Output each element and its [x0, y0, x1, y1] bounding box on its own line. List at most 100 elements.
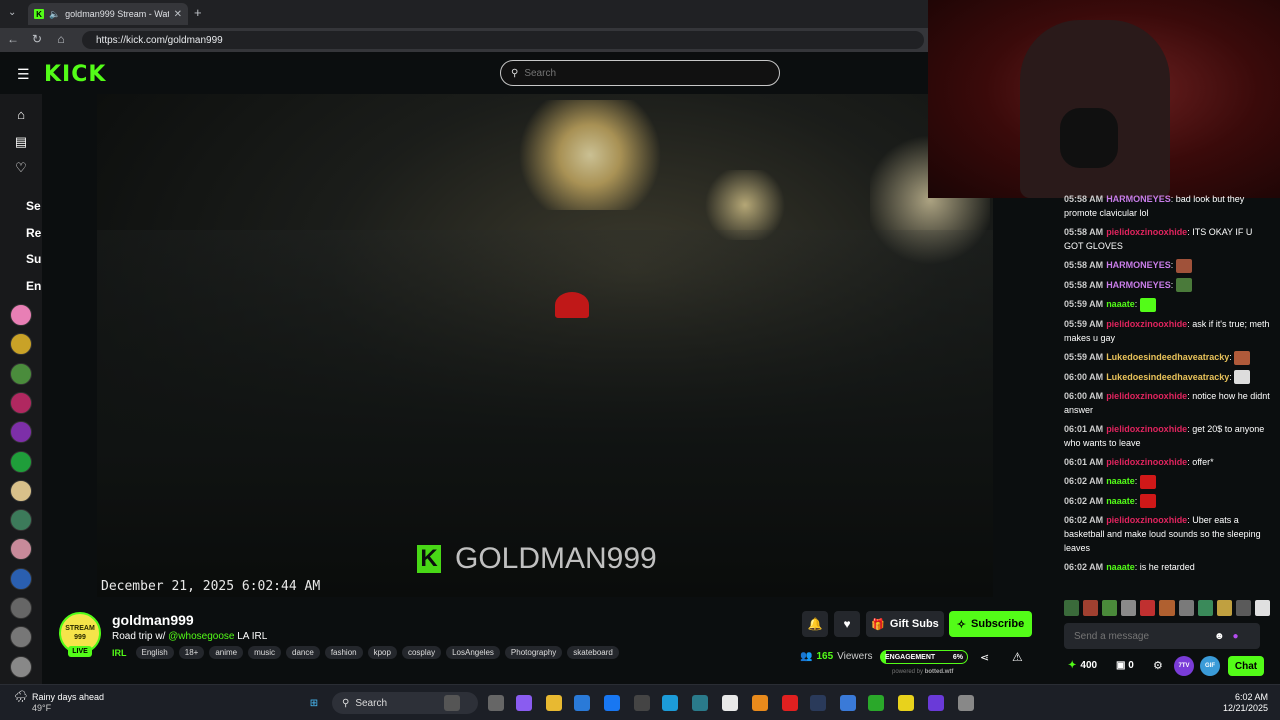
subscribe-button[interactable]: ✧ Subscribe: [949, 611, 1032, 637]
chat-settings-gear-icon[interactable]: ⚙: [1153, 659, 1163, 672]
tag-chip[interactable]: cosplay: [401, 646, 442, 659]
quick-emote[interactable]: [1064, 600, 1080, 616]
sidebar-channel-avatar[interactable]: [10, 655, 32, 678]
xbox-icon[interactable]: [868, 695, 884, 711]
tag-chip[interactable]: 18+: [178, 646, 205, 659]
home-icon[interactable]: ⌂: [54, 32, 68, 46]
quick-emote[interactable]: [1197, 600, 1213, 616]
tag-chip[interactable]: skateboard: [567, 646, 619, 659]
channel-name[interactable]: goldman999: [112, 612, 194, 628]
store-icon[interactable]: [574, 695, 590, 711]
tag-chip[interactable]: dance: [286, 646, 320, 659]
sidebar-label-3[interactable]: Su: [26, 252, 41, 266]
chat-username[interactable]: pielidoxzinooxhide: [1106, 457, 1187, 467]
channel-points[interactable]: ✦ 400: [1068, 660, 1097, 671]
windows-start-icon[interactable]: ⊞: [306, 695, 322, 711]
facebook-icon[interactable]: [604, 695, 620, 711]
edge-icon[interactable]: [662, 695, 678, 711]
sidebar-label-2[interactable]: Re: [26, 226, 41, 240]
report-warning-icon[interactable]: ⚠: [1012, 650, 1023, 664]
tag-chip[interactable]: anime: [209, 646, 244, 659]
7tv-button[interactable]: 7TV: [1174, 656, 1194, 676]
sidebar-channel-avatar[interactable]: [10, 304, 32, 326]
sidebar-channel-avatar[interactable]: [10, 567, 32, 590]
chat-input-box[interactable]: ☻ ●: [1064, 623, 1260, 649]
chat-send-button[interactable]: Chat: [1228, 656, 1264, 676]
search-input[interactable]: [524, 67, 755, 79]
tag-chip[interactable]: kpop: [367, 646, 397, 659]
sidebar-channel-avatar[interactable]: [10, 509, 32, 532]
settings-icon[interactable]: [958, 695, 974, 711]
chat-username[interactable]: pielidoxzinooxhide: [1106, 319, 1187, 329]
chat-username[interactable]: naaate: [1106, 562, 1135, 572]
browser-tab[interactable]: K 🔈 goldman999 Stream - Watch ✕: [28, 3, 188, 25]
gif-button[interactable]: GIF: [1200, 656, 1220, 676]
tab-list-icon[interactable]: ⌄: [8, 7, 16, 18]
sidebar-channel-avatar[interactable]: [10, 597, 32, 619]
tag-chip[interactable]: fashion: [324, 646, 363, 659]
quick-emote[interactable]: [1235, 600, 1251, 616]
chat-username[interactable]: naaate: [1106, 476, 1135, 486]
stream-title-mention[interactable]: @whosegoose: [168, 631, 234, 642]
sidebar-channel-avatar[interactable]: [10, 391, 32, 414]
copilot-icon[interactable]: [516, 695, 532, 711]
tag-chip[interactable]: music: [248, 646, 282, 659]
quick-emote[interactable]: [1178, 600, 1194, 616]
following-heart-icon[interactable]: ♡: [13, 160, 29, 176]
menu-icon[interactable]: ☰: [17, 66, 30, 83]
app-icon[interactable]: [840, 695, 856, 711]
tab-close-icon[interactable]: ✕: [174, 9, 182, 20]
chat-username[interactable]: HARMONEYES: [1106, 260, 1171, 270]
chat-username[interactable]: Lukedoesindeedhaveatracky: [1106, 352, 1229, 362]
quick-emote[interactable]: [1083, 600, 1099, 616]
sidebar-label-1[interactable]: Se: [26, 199, 41, 213]
quick-emote[interactable]: [1216, 600, 1232, 616]
back-arrow-icon[interactable]: ←: [6, 32, 20, 46]
sticky-notes-icon[interactable]: [898, 695, 914, 711]
sidebar-channel-avatar[interactable]: [10, 362, 32, 385]
quick-emote[interactable]: [1159, 600, 1175, 616]
chat-username[interactable]: naaate: [1106, 496, 1135, 506]
extension-icon[interactable]: ●: [1233, 631, 1239, 642]
prediction-counter[interactable]: ▣ 0: [1116, 660, 1134, 671]
share-icon[interactable]: ⋖: [980, 651, 989, 664]
quick-emote[interactable]: [1140, 600, 1156, 616]
notification-bell-button[interactable]: 🔔: [802, 611, 828, 637]
obs-icon[interactable]: [928, 695, 944, 711]
emoji-icon[interactable]: ☻: [1214, 631, 1225, 642]
chrome-icon[interactable]: [722, 695, 738, 711]
sidebar-channel-avatar[interactable]: [10, 450, 32, 473]
home-nav-icon[interactable]: ⌂: [13, 107, 29, 122]
search-highlight-icon[interactable]: [444, 695, 460, 711]
task-view-icon[interactable]: [488, 695, 504, 711]
chat-username[interactable]: pielidoxzinooxhide: [1106, 515, 1187, 525]
tag-chip[interactable]: LosAngeles: [446, 646, 500, 659]
steam-icon[interactable]: [810, 695, 826, 711]
quick-emote[interactable]: [1121, 600, 1137, 616]
new-tab-icon[interactable]: +: [194, 5, 202, 20]
chat-username[interactable]: HARMONEYES: [1106, 194, 1171, 204]
chat-username[interactable]: pielidoxzinooxhide: [1106, 227, 1187, 237]
follow-button[interactable]: ♥: [834, 611, 860, 637]
url-bar[interactable]: https://kick.com/goldman999: [82, 31, 924, 49]
chat-username[interactable]: naaate: [1106, 299, 1135, 309]
vlc-icon[interactable]: [752, 695, 768, 711]
reload-icon[interactable]: ↻: [30, 32, 44, 46]
sidebar-label-4[interactable]: En: [26, 279, 41, 293]
quick-emote[interactable]: [1254, 600, 1271, 616]
chat-username[interactable]: pielidoxzinooxhide: [1106, 391, 1187, 401]
chat-username[interactable]: HARMONEYES: [1106, 280, 1171, 290]
gift-subs-button[interactable]: 🎁 Gift Subs: [866, 611, 944, 637]
browse-nav-icon[interactable]: ▤: [13, 134, 29, 150]
calculator-icon[interactable]: [692, 695, 708, 711]
youtube-icon[interactable]: [782, 695, 798, 711]
amazon-icon[interactable]: [634, 695, 650, 711]
kick-logo[interactable]: KICK: [44, 62, 106, 87]
chat-username[interactable]: pielidoxzinooxhide: [1106, 424, 1187, 434]
tag-chip[interactable]: Photography: [504, 646, 563, 659]
search-bar[interactable]: ⚲: [500, 60, 780, 86]
chat-input[interactable]: [1074, 630, 1214, 642]
tag-chip[interactable]: English: [135, 646, 174, 659]
sidebar-channel-avatar[interactable]: [10, 479, 32, 502]
category-link[interactable]: IRL: [112, 648, 127, 658]
